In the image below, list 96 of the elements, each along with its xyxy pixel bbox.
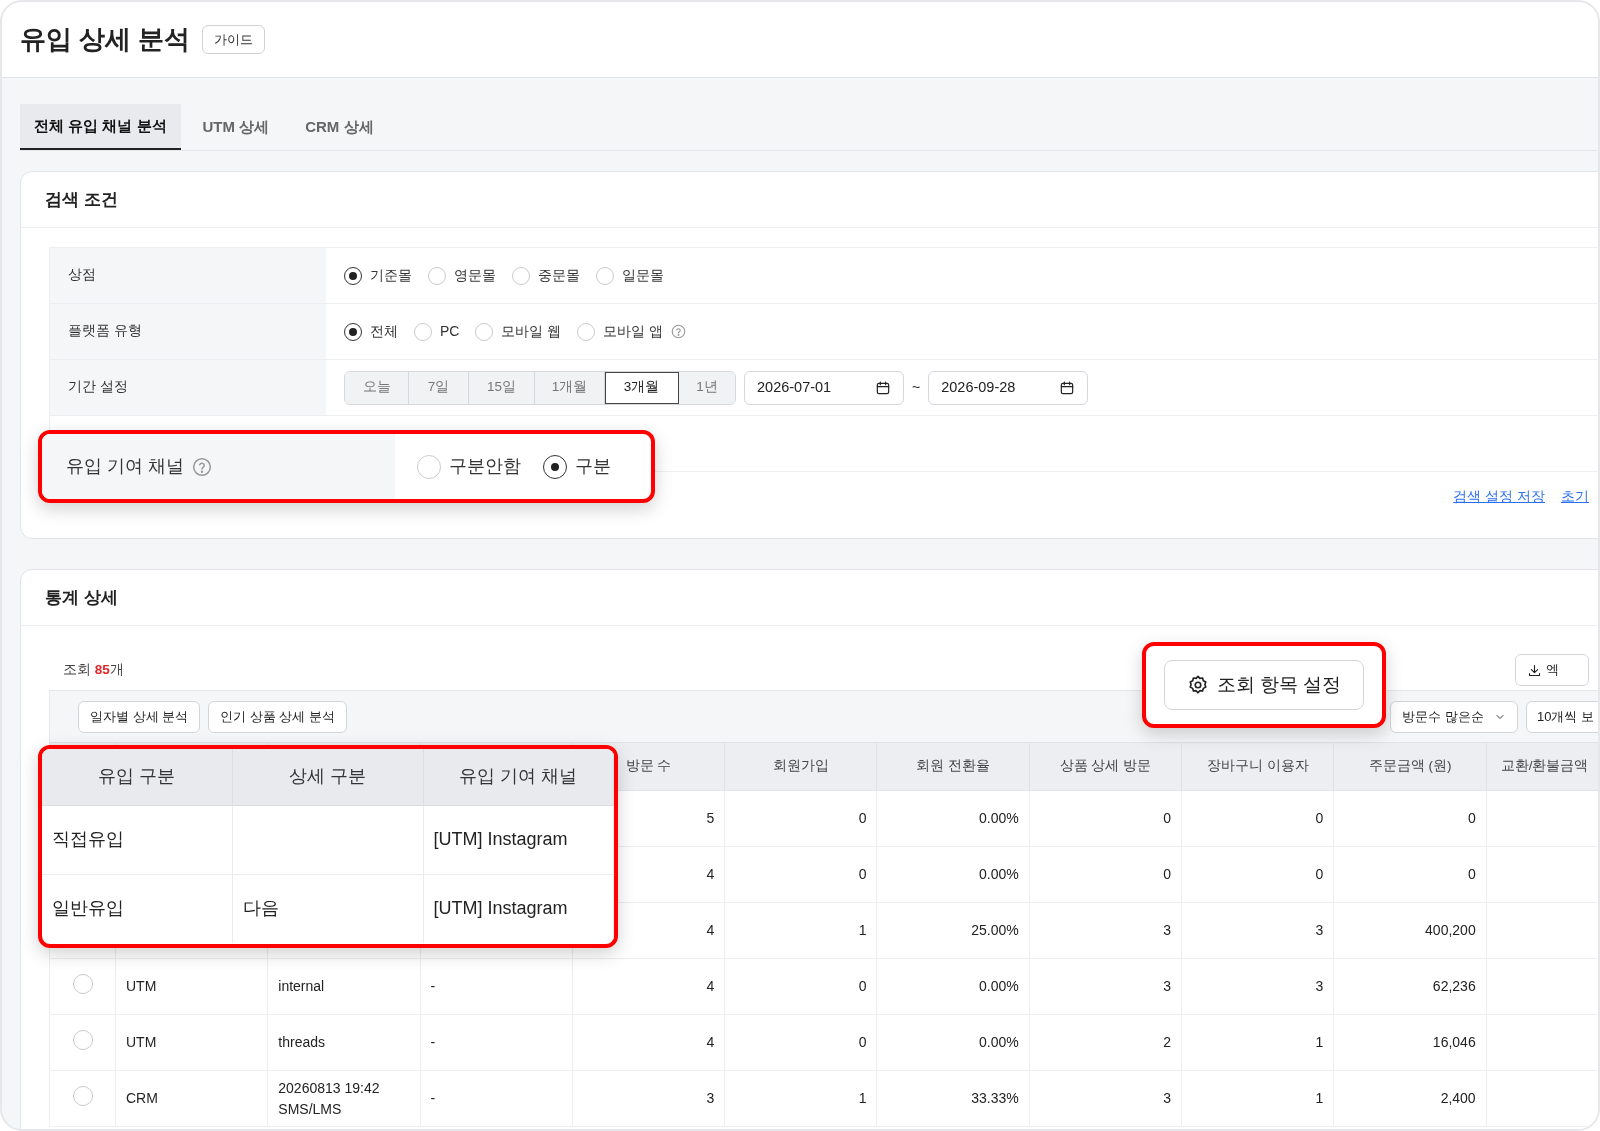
- table-cell: 2: [1029, 1014, 1182, 1071]
- tab[interactable]: UTM 상세: [188, 104, 284, 150]
- radio-label: 중문몰: [538, 266, 580, 285]
- table-cell: 0.00%: [877, 958, 1030, 1015]
- table-cell: -: [420, 1070, 573, 1127]
- table-cell: 25.00%: [877, 902, 1030, 959]
- excel-button[interactable]: 엑: [1515, 654, 1589, 686]
- period-button[interactable]: 오늘: [345, 371, 409, 404]
- section-title: 검색 조건: [45, 188, 118, 211]
- table-cell: 0.00%: [877, 790, 1030, 847]
- radio-label: 기준몰: [370, 266, 412, 285]
- radio-label: 모바일 웹: [501, 322, 562, 341]
- table-cell: 1: [724, 902, 877, 959]
- table-cell: 0.00%: [877, 1014, 1030, 1071]
- field-label: 유입 기여 채널: [66, 455, 184, 478]
- column-header: 유입 구분: [42, 749, 233, 805]
- tab[interactable]: 전체 유입 채널 분석: [20, 104, 181, 150]
- link[interactable]: 초기: [1561, 485, 1589, 507]
- table-cell: [UTM] Instagram: [423, 805, 614, 874]
- date-field[interactable]: 2026-09-28: [928, 370, 1089, 405]
- table-cell: 1: [1181, 1014, 1334, 1071]
- table-cell: 0.00%: [877, 846, 1030, 903]
- section-title: 통계 상세: [45, 586, 118, 609]
- radio-label: 영문몰: [454, 266, 496, 285]
- table-cell: 62,236: [1333, 958, 1487, 1015]
- radio-label: 구분: [575, 455, 611, 478]
- radio-label: 전체: [370, 322, 398, 341]
- download-icon: [1527, 662, 1542, 678]
- page-title: 유입 상세 분석: [20, 23, 191, 56]
- table-cell: 3: [572, 1070, 725, 1127]
- table-cell: 0: [724, 846, 877, 903]
- table-cell: threads: [267, 1014, 421, 1071]
- table-cell: internal: [267, 958, 421, 1015]
- table-cell: 4: [572, 958, 725, 1015]
- field-label: 플랫폼 유형: [68, 322, 142, 341]
- table-cell: 직접유입: [42, 805, 233, 874]
- radio-label: 모바일 앱: [603, 322, 664, 341]
- column-header: 회원가입: [724, 742, 877, 791]
- table-cell: [UTM] Instagram: [423, 874, 614, 943]
- table-cell: 3: [1029, 958, 1182, 1015]
- column-header: 주문금액 (원): [1333, 742, 1487, 791]
- calendar-icon: [875, 379, 891, 396]
- table-cell: 3: [1029, 902, 1182, 959]
- table-cell: -: [420, 1014, 573, 1071]
- radio-button[interactable]: [543, 454, 567, 479]
- table-cell: 3: [1181, 902, 1334, 959]
- field-label: 기간 설정: [68, 378, 128, 397]
- table-cell: 33.33%: [877, 1070, 1030, 1127]
- table-cell: 400,200: [1333, 902, 1487, 959]
- field-label: 상점: [68, 266, 96, 285]
- page-size-dropdown[interactable]: 10개씩 보: [1526, 700, 1598, 733]
- column-header: 상세 구분: [232, 749, 423, 805]
- table-cell: 0: [724, 1014, 877, 1071]
- table-cell: 1: [724, 1070, 877, 1127]
- radio-button[interactable]: [344, 322, 362, 341]
- radio-button[interactable]: [344, 266, 362, 285]
- table-cell: 0: [1029, 790, 1182, 847]
- table-cell: 일반유입: [42, 874, 233, 943]
- table-cell: -: [420, 958, 573, 1015]
- tool-button[interactable]: 일자별 상세 분석: [78, 700, 201, 733]
- table-cell: 다음: [232, 874, 423, 943]
- period-button[interactable]: 3개월: [605, 371, 679, 404]
- table-cell: 0: [724, 958, 877, 1015]
- table-cell: 0: [1333, 790, 1487, 847]
- table-cell: 0: [724, 790, 877, 847]
- settings-button[interactable]: 조회 항목 설정: [1164, 660, 1364, 710]
- column-header: 회원 전환율: [877, 742, 1030, 791]
- sort-dropdown[interactable]: 방문수 많은순: [1390, 700, 1518, 733]
- link[interactable]: 검색 설정 저장: [1453, 485, 1545, 507]
- date-field[interactable]: 2026-07-01: [744, 370, 904, 405]
- table-cell: 2,400: [1333, 1070, 1487, 1127]
- table-cell: UTM: [115, 958, 268, 1015]
- range-separator: ~: [912, 378, 921, 397]
- radio-label: PC: [440, 322, 460, 341]
- column-header: 상품 상세 방문: [1029, 742, 1182, 791]
- tab[interactable]: CRM 상세: [291, 104, 388, 150]
- table-cell: CRM: [115, 1070, 268, 1127]
- table-cell: 1: [1181, 1070, 1334, 1127]
- column-header: 교환/환불금액: [1486, 742, 1598, 791]
- table-cell: 4: [572, 1014, 725, 1071]
- tool-button[interactable]: 인기 상품 상세 분석: [208, 700, 348, 733]
- calendar-icon: [1059, 379, 1076, 396]
- radio-label: 구분안함: [449, 455, 521, 478]
- table-cell: 16,046: [1333, 1014, 1487, 1071]
- table-cell: 0: [1029, 846, 1182, 903]
- table-cell: 20260813 19:42 SMS/LMS: [267, 1070, 421, 1127]
- table-cell: 0: [1333, 846, 1487, 903]
- table-cell: UTM: [115, 1014, 268, 1071]
- table-cell: 3: [1029, 1070, 1182, 1127]
- guide-button[interactable]: 가이드: [202, 24, 266, 55]
- table-cell: 0: [1181, 846, 1334, 903]
- table-cell: 3: [1181, 958, 1334, 1015]
- table-cell: 0: [1181, 790, 1334, 847]
- radio-label: 일문몰: [622, 266, 664, 285]
- column-header: 장바구니 이용자: [1181, 742, 1334, 791]
- result-count: 조회 85개: [63, 660, 124, 679]
